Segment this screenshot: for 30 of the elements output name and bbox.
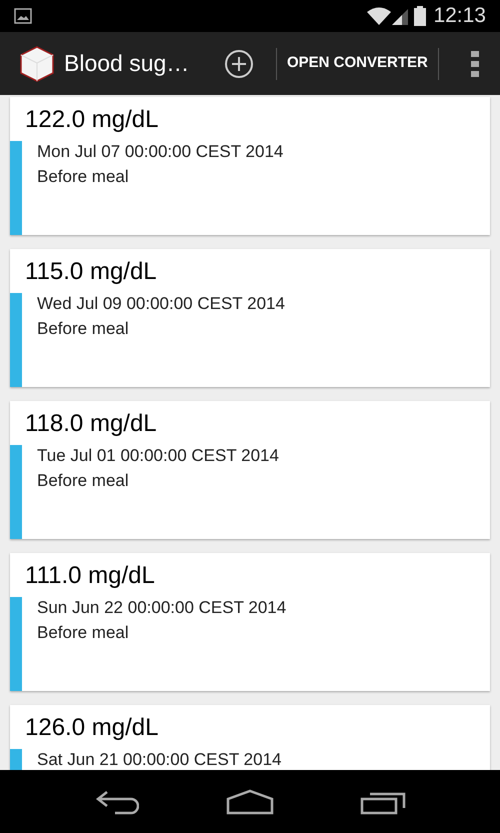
reading-value: 118.0 mg/dL [24, 409, 158, 439]
reading-card[interactable]: 122.0 mg/dL Mon Jul 07 00:00:00 CEST 2014 Before meal [10, 97, 490, 235]
reading-date: Mon Jul 07 00:00:00 CEST 2014 [37, 141, 284, 163]
battery-icon [414, 6, 426, 26]
reading-card[interactable]: 111.0 mg/dL Sun Jun 22 00:00:00 CEST 2014 Before meal [10, 553, 490, 691]
reading-note: Before meal [37, 166, 130, 188]
picture-notification-icon [14, 8, 32, 24]
app-title: Blood sug… [64, 49, 190, 78]
reading-card[interactable]: 115.0 mg/dL Wed Jul 09 00:00:00 CEST 2014 Before meal [10, 249, 490, 387]
reading-value: 126.0 mg/dL [24, 713, 160, 743]
cube-logo-icon [20, 46, 54, 82]
reading-value: 115.0 mg/dL [24, 257, 158, 287]
reading-note: Before meal [37, 318, 130, 340]
reading-card[interactable]: 118.0 mg/dL Tue Jul 01 00:00:00 CEST 2014 Before meal [10, 401, 490, 539]
reading-date: Tue Jul 01 00:00:00 CEST 2014 [37, 445, 279, 467]
reading-date: Wed Jul 09 00:00:00 CEST 2014 [37, 293, 285, 315]
home-icon [226, 788, 274, 814]
reading-value: 122.0 mg/dL [24, 105, 160, 135]
reading-date: Sat Jun 21 00:00:00 CEST 2014 [37, 749, 282, 770]
reading-value: 111.0 mg/dL [24, 561, 156, 591]
status-time: 12:13 [433, 3, 486, 30]
reading-date: Sun Jun 22 00:00:00 CEST 2014 [37, 597, 286, 619]
reading-note: Before meal [37, 622, 130, 644]
open-converter-button[interactable]: OPEN CONVERTER [277, 38, 438, 88]
back-icon [94, 788, 139, 814]
signal-icon [392, 7, 408, 25]
more-icon [470, 50, 479, 76]
reading-card[interactable]: 126.0 mg/dL Sat Jun 21 00:00:00 CEST 2014 [10, 705, 490, 770]
add-icon [224, 48, 254, 78]
reading-note: Before meal [37, 470, 130, 492]
